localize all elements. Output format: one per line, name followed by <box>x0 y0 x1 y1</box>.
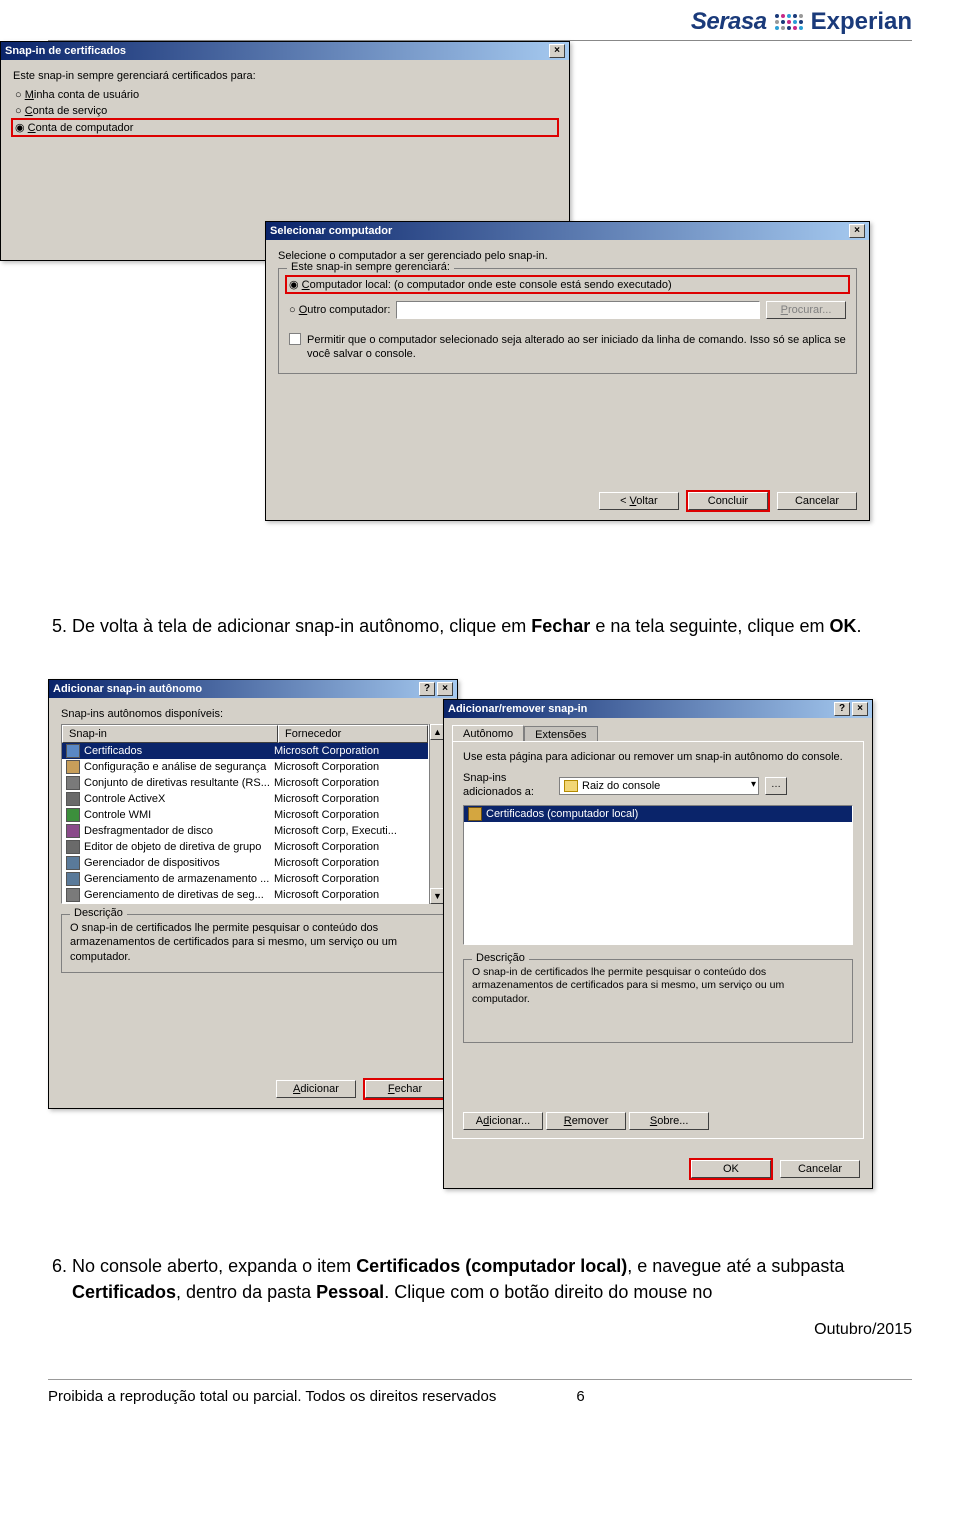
available-label: Snap-ins autônomos disponíveis: <box>61 708 445 720</box>
brand-logo: Serasa Experian <box>691 8 912 36</box>
snapin-list[interactable]: Snap-in Fornecedor CertificadosMicrosoft… <box>61 724 429 904</box>
list-item[interactable]: Controle ActiveXMicrosoft Corporation <box>62 791 428 807</box>
help-icon[interactable]: ? <box>834 702 850 716</box>
logo-text-experian: Experian <box>811 8 912 36</box>
list-item[interactable]: Configuração e análise de segurançaMicro… <box>62 759 428 775</box>
about-button[interactable]: Sobre... <box>629 1112 709 1130</box>
defrag-icon <box>66 824 80 838</box>
cancel-button[interactable]: Cancelar <box>780 1160 860 1178</box>
footer-pagenum: 6 <box>576 1388 584 1405</box>
instruction-list: De volta à tela de adicionar snap-in aut… <box>48 613 912 639</box>
tab-autonomo[interactable]: Autônomo <box>452 725 524 742</box>
ok-button[interactable]: OK <box>691 1160 771 1178</box>
title-text: Adicionar/remover snap-in <box>448 703 587 715</box>
added-to-label: Snap-ins adicionados a: <box>463 772 553 798</box>
help-icon[interactable]: ? <box>419 682 435 696</box>
list-item[interactable]: Gerenciamento de diretivas de seg...Micr… <box>62 887 428 903</box>
added-snapins-list[interactable]: Certificados (computador local) <box>463 805 853 945</box>
instruction-list-2: No console aberto, expanda o item Certif… <box>48 1253 912 1305</box>
dialogs-region-2: Adicionar snap-in autônomo ?× Snap-ins a… <box>48 679 912 1229</box>
tab-intro: Use esta página para adicionar ou remove… <box>463 750 853 764</box>
logo-text-serasa: Serasa <box>691 8 767 36</box>
page-footer: Proibida a reprodução total ou parcial. … <box>48 1379 912 1429</box>
radio-other-computer[interactable]: ○ Outro computador: Procurar... <box>287 300 848 320</box>
radio-user-account[interactable]: ○ MMinha conta de usuárioinha conta de u… <box>13 88 557 102</box>
secpol-icon <box>66 888 80 902</box>
finish-button[interactable]: Concluir <box>688 492 768 510</box>
col-snapin[interactable]: Snap-in <box>62 725 278 743</box>
activex-icon <box>66 792 80 806</box>
page-date: Outubro/2015 <box>0 1321 960 1339</box>
desc-legend: Descrição <box>472 952 529 964</box>
list-item[interactable]: Gerenciamento de armazenamento ...Micros… <box>62 871 428 887</box>
storage-icon <box>66 872 80 886</box>
list-item[interactable]: Conjunto de diretivas resultante (RS...M… <box>62 775 428 791</box>
radio-service-account[interactable]: ○ Conta de serviço <box>13 104 557 118</box>
instruction-step-5: De volta à tela de adicionar snap-in aut… <box>72 613 912 639</box>
desc-legend: Descrição <box>70 907 127 919</box>
title-bar[interactable]: Adicionar/remover snap-in ?× <box>444 700 872 718</box>
title-text: Adicionar snap-in autônomo <box>53 683 202 695</box>
dialog-add-standalone-snapin: Adicionar snap-in autônomo ?× Snap-ins a… <box>48 679 458 1109</box>
go-button[interactable]: … <box>765 777 787 795</box>
logo-dots-icon <box>775 14 803 30</box>
list-item[interactable]: Gerenciador de dispositivosMicrosoft Cor… <box>62 855 428 871</box>
browse-button[interactable]: Procurar... <box>766 301 846 319</box>
close-icon[interactable]: × <box>549 44 565 58</box>
manage-groupbox: Este snap-in sempre gerenciará: ◉ Comput… <box>278 268 857 374</box>
add-button[interactable]: Adicionar... <box>463 1112 543 1130</box>
list-item[interactable]: Editor de objeto de diretiva de grupoMic… <box>62 839 428 855</box>
footer-copyright: Proibida a reprodução total ou parcial. … <box>48 1388 496 1405</box>
list-item[interactable]: Controle WMIMicrosoft Corporation <box>62 807 428 823</box>
list-item[interactable]: Desfragmentador de discoMicrosoft Corp, … <box>62 823 428 839</box>
gpo-icon <box>66 840 80 854</box>
intro-text: Este snap-in sempre gerenciará certifica… <box>13 70 557 82</box>
policy-icon <box>66 776 80 790</box>
list-item[interactable]: Certificados (computador local) <box>464 806 852 822</box>
description-groupbox: Descrição O snap-in de certificados lhe … <box>463 959 853 1043</box>
checkbox-label: Permitir que o computador selecionado se… <box>307 333 846 362</box>
certificates-icon <box>468 807 482 821</box>
description-groupbox: Descrição O snap-in de certificados lhe … <box>61 914 445 973</box>
col-vendor[interactable]: Fornecedor <box>278 725 428 743</box>
security-icon <box>66 760 80 774</box>
back-button[interactable]: < Voltar <box>599 492 679 510</box>
close-icon[interactable]: × <box>437 682 453 696</box>
console-root-dropdown[interactable]: Raiz do console <box>559 777 759 795</box>
content-area: Snap-in de certificados × Este snap-in s… <box>0 41 960 1305</box>
title-text: Selecionar computador <box>270 225 392 237</box>
other-computer-input[interactable] <box>396 301 760 319</box>
close-icon[interactable]: × <box>849 224 865 238</box>
title-text: Snap-in de certificados <box>5 45 126 57</box>
checkbox-icon <box>289 333 301 345</box>
title-bar[interactable]: Adicionar snap-in autônomo ?× <box>49 680 457 698</box>
close-icon[interactable]: × <box>852 702 868 716</box>
desc-text: O snap-in de certificados lhe permite pe… <box>70 921 436 964</box>
title-bar[interactable]: Snap-in de certificados × <box>1 42 569 60</box>
wmi-icon <box>66 808 80 822</box>
cancel-button[interactable]: Cancelar <box>777 492 857 510</box>
device-icon <box>66 856 80 870</box>
group-legend: Este snap-in sempre gerenciará: <box>287 261 454 273</box>
dialog-add-remove-snapin: Adicionar/remover snap-in ?× AutônomoExt… <box>443 699 873 1189</box>
radio-computer-account[interactable]: ◉ Conta de computador <box>13 120 557 135</box>
title-bar[interactable]: Selecionar computador × <box>266 222 869 240</box>
cert-icon <box>66 744 80 758</box>
dialog-select-computer: Selecionar computador × Selecione o comp… <box>265 221 870 521</box>
radio-local-computer[interactable]: ◉ Computador local: (o computador onde e… <box>287 277 848 292</box>
list-item[interactable]: CertificadosMicrosoft Corporation <box>62 743 428 759</box>
close-button[interactable]: Fechar <box>365 1080 445 1098</box>
remove-button[interactable]: Remover <box>546 1112 626 1130</box>
instruction-step-6: No console aberto, expanda o item Certif… <box>72 1253 912 1305</box>
folder-icon <box>564 780 578 792</box>
add-button[interactable]: Adicionar <box>276 1080 356 1098</box>
allow-change-checkbox[interactable]: Permitir que o computador selecionado se… <box>287 332 848 363</box>
page-header: Serasa Experian <box>0 0 960 40</box>
desc-text: O snap-in de certificados lhe permite pe… <box>472 966 844 1007</box>
